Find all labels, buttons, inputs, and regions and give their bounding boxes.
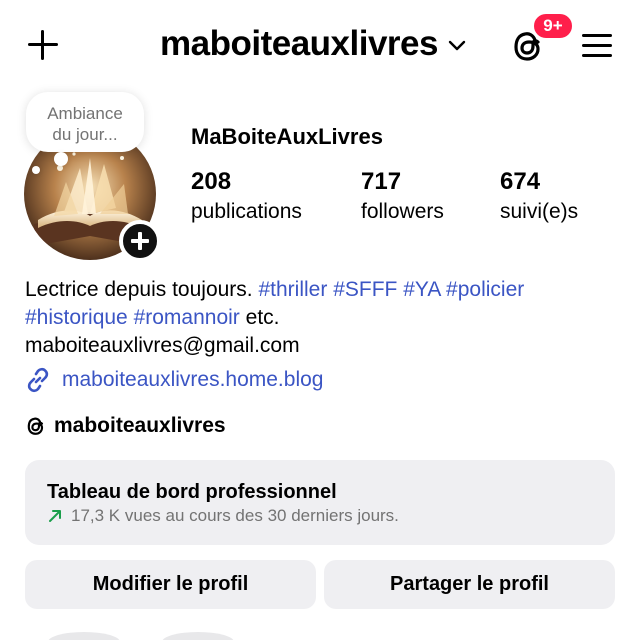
username-title: maboiteauxlivres [160, 24, 438, 63]
hashtag-policier[interactable]: #policier [446, 278, 524, 301]
highlight-circle-partial[interactable] [162, 632, 234, 640]
stat-label: publications [191, 200, 302, 223]
hashtag-sfff[interactable]: #SFFF [333, 278, 397, 301]
stat-value: 674 [500, 168, 541, 195]
note-text: Ambiance du jour... [47, 104, 123, 144]
share-profile-button[interactable]: Partager le profil [324, 560, 615, 609]
threads-handle: maboiteauxlivres [54, 414, 226, 437]
hashtag-historique[interactable]: #historique [25, 306, 128, 329]
website-link-text[interactable]: maboiteauxlivres.home.blog [62, 368, 323, 392]
stat-followers[interactable]: 717 followers [361, 168, 444, 227]
stat-label: followers [361, 200, 444, 223]
dashboard-subtitle-row: 17,3 K vues au cours des 30 derniers jou… [47, 506, 593, 526]
dashboard-title: Tableau de bord professionnel [47, 481, 337, 503]
stat-label: suivi(e)s [500, 200, 579, 223]
display-name: MaBoiteAuxLivres [191, 124, 383, 149]
stat-value: 208 [191, 168, 232, 195]
hamburger-menu-icon[interactable] [580, 30, 614, 60]
top-bar: maboiteauxlivres 9+ [0, 0, 640, 90]
hashtag-thriller[interactable]: #thriller [258, 278, 327, 301]
stat-following[interactable]: 674 suivi(e)s [500, 168, 578, 227]
website-link[interactable]: maboiteauxlivres.home.blog [24, 366, 323, 394]
threads-icon [27, 417, 44, 435]
note-bubble-tail [32, 166, 40, 174]
professional-dashboard-card[interactable]: Tableau de bord professionnel 17,3 K vue… [25, 460, 615, 545]
account-switcher[interactable]: maboiteauxlivres [160, 24, 466, 64]
plus-icon[interactable] [26, 28, 60, 62]
dashboard-subtitle: 17,3 K vues au cours des 30 derniers jou… [71, 506, 399, 525]
link-icon [27, 367, 49, 393]
hashtag-romannoir[interactable]: #romannoir [134, 306, 240, 329]
chevron-down-icon [448, 40, 466, 51]
stat-publications[interactable]: 208 publications [191, 168, 302, 227]
bio-outro: etc. [245, 306, 280, 329]
add-story-button[interactable] [119, 220, 161, 262]
hashtag-ya[interactable]: #YA [403, 278, 440, 301]
edit-profile-button[interactable]: Modifier le profil [25, 560, 316, 609]
stat-value: 717 [361, 168, 402, 195]
bio: Lectrice depuis toujours. #thriller #SFF… [25, 276, 615, 332]
bio-intro: Lectrice depuis toujours. [25, 278, 253, 301]
threads-profile-link[interactable]: maboiteauxlivres [24, 414, 226, 438]
highlight-circle-partial[interactable] [48, 632, 120, 640]
notification-badge: 9+ [532, 12, 574, 40]
trend-up-arrow-icon [49, 510, 61, 522]
note-bubble[interactable]: Ambiance du jour... [26, 92, 144, 166]
bio-email: maboiteauxlivres@gmail.com [25, 334, 300, 357]
